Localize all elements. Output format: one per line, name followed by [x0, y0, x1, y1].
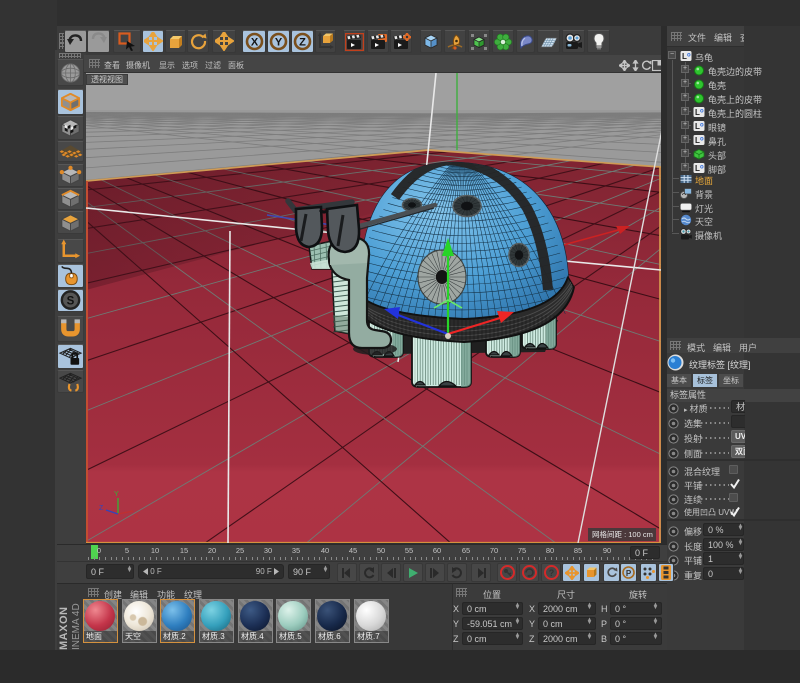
svg-text:Y: Y — [275, 36, 283, 48]
svg-text:网格间距 : 100 cm: 网格间距 : 100 cm — [592, 529, 653, 539]
svg-text:o: o — [700, 137, 704, 143]
svg-text:o: o — [700, 165, 704, 171]
svg-text:o: o — [700, 123, 704, 129]
svg-text:o: o — [687, 53, 691, 59]
svg-text:S: S — [67, 295, 75, 307]
svg-text:X: X — [250, 36, 258, 48]
svg-text:?: ? — [548, 568, 554, 578]
svg-text:o: o — [700, 109, 704, 115]
svg-text:P: P — [626, 569, 632, 578]
svg-text:Y: Y — [114, 491, 119, 498]
svg-text:Z: Z — [299, 36, 306, 48]
svg-text:Z: Z — [99, 505, 104, 512]
svg-text:X: X — [134, 514, 139, 521]
